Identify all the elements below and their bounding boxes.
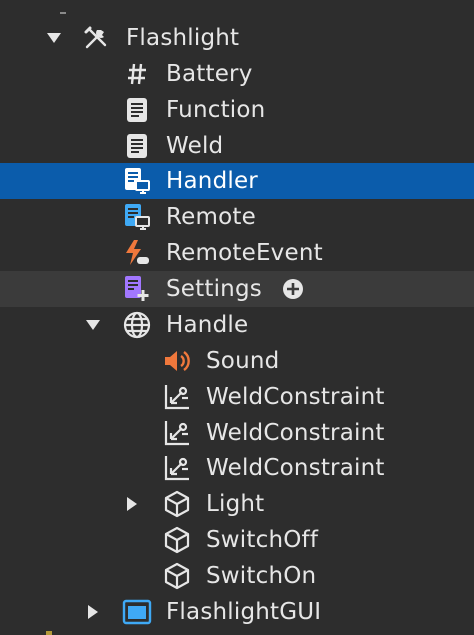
tree-item-settings[interactable]: Settings <box>0 271 474 307</box>
globe-icon <box>122 310 152 340</box>
tree-item-handle[interactable]: Handle <box>0 307 474 343</box>
weld-constraint-icon <box>162 418 192 448</box>
tree-item-flashlightgui[interactable]: FlashlightGUI <box>0 594 474 630</box>
tree-item-label: Flashlight <box>126 25 240 51</box>
cube-icon <box>162 525 192 555</box>
screen-gui-icon <box>122 597 152 627</box>
weld-constraint-icon <box>162 453 192 483</box>
chevron-down-icon[interactable] <box>83 315 103 335</box>
tree-item-weldconstraint[interactable]: WeldConstraint <box>0 415 474 451</box>
tree-item-label: Weld <box>166 133 224 159</box>
add-child-icon[interactable] <box>282 278 304 300</box>
local-script-icon <box>122 166 152 196</box>
tree-item-switchoff[interactable]: SwitchOff <box>0 522 474 558</box>
tree-item-remote[interactable]: Remote <box>0 199 474 235</box>
tree-item-weldconstraint[interactable]: WeldConstraint <box>0 379 474 415</box>
tree-item-label: Handler <box>166 168 258 194</box>
script-icon <box>122 95 152 125</box>
cube-icon <box>162 561 192 591</box>
speaker-icon <box>162 346 192 376</box>
tree-item-label: RemoteEvent <box>166 240 323 266</box>
hash-icon <box>122 59 152 89</box>
chevron-down-icon[interactable] <box>44 28 64 48</box>
tree-item-sound[interactable]: Sound <box>0 343 474 379</box>
script-icon <box>122 131 152 161</box>
weld-constraint-icon <box>162 382 192 412</box>
tree-item-handler[interactable]: Handler <box>0 163 474 199</box>
tools-icon <box>81 23 111 53</box>
tree-item-label: Battery <box>166 61 253 87</box>
tree-item-label: WeldConstraint <box>206 384 385 410</box>
tree-item-function[interactable]: Function <box>0 92 474 128</box>
tree-item-label: Light <box>206 491 265 517</box>
tree-item-switchon[interactable]: SwitchOn <box>0 558 474 594</box>
tree-item-label: Function <box>166 97 266 123</box>
tree-item-label: Handle <box>166 312 249 338</box>
local-script-icon <box>122 202 152 232</box>
tree-item-label: WeldConstraint <box>206 420 385 446</box>
tree-item-label: Settings <box>166 276 262 302</box>
tree-item-battery[interactable]: Battery <box>0 56 474 92</box>
tree-item-label: FlashlightGUI <box>166 599 322 625</box>
tree-item-remoteevent[interactable]: RemoteEvent <box>0 235 474 271</box>
chevron-right-icon[interactable] <box>83 602 103 622</box>
tree-item-flashlight[interactable]: Flashlight <box>0 20 474 56</box>
tree-item-label: SwitchOff <box>206 527 319 553</box>
cube-icon <box>162 489 192 519</box>
module-script-icon <box>122 274 152 304</box>
tree-item-weldconstraint[interactable]: WeldConstraint <box>0 450 474 486</box>
tree-item-label: WeldConstraint <box>206 455 385 481</box>
tree-item-weld[interactable]: Weld <box>0 128 474 164</box>
tree-item-label: SwitchOn <box>206 563 317 589</box>
top-divider <box>60 12 66 14</box>
remote-event-icon <box>122 238 152 268</box>
tree-item-light[interactable]: Light <box>0 486 474 522</box>
tree-item-label: Sound <box>206 348 280 374</box>
bottom-marker <box>46 631 52 635</box>
chevron-right-icon[interactable] <box>122 494 142 514</box>
explorer-tree: Flashlight Battery Function Weld Handler… <box>0 0 474 635</box>
tree-item-label: Remote <box>166 204 256 230</box>
